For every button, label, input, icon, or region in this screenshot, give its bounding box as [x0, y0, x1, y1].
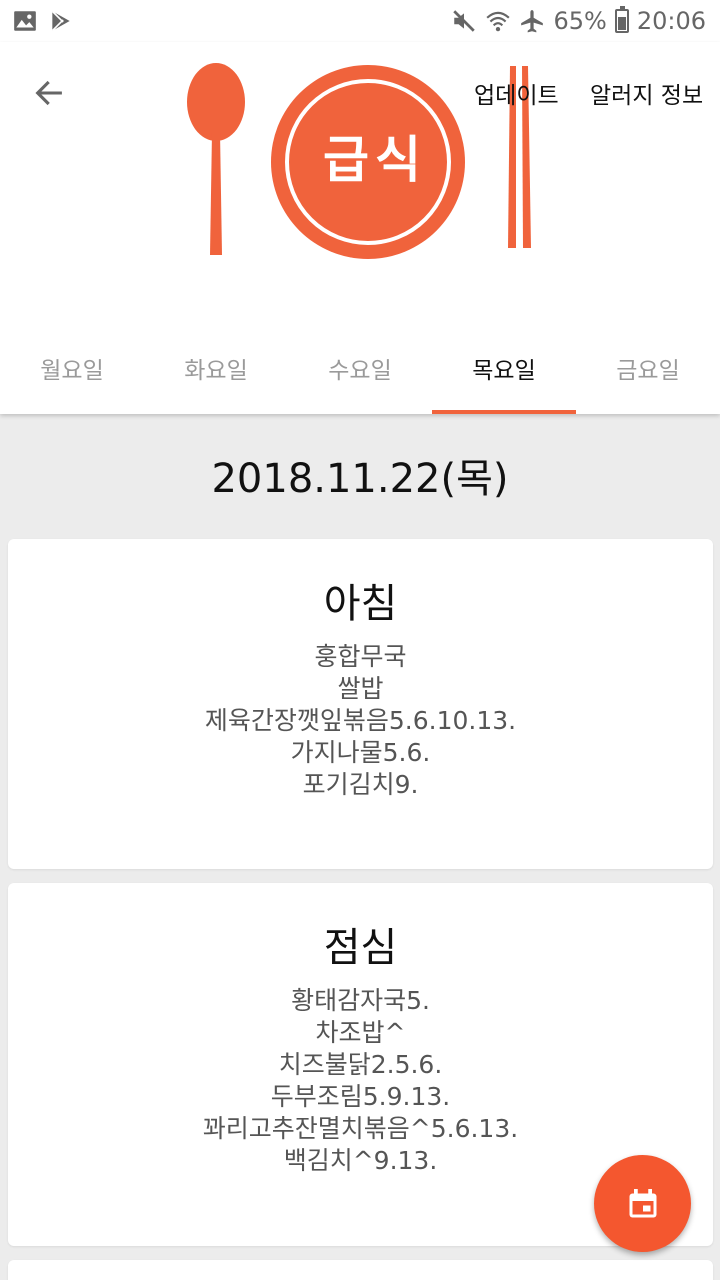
menu-item: 꽈리고추잔멸치볶음^5.6.13.: [202, 1114, 519, 1143]
menu-item: 포기김치9.: [302, 770, 419, 799]
meal-card-breakfast: 아침 훙합무국 쌀밥 제육간장깻잎볶음5.6.10.13. 가지나물5.6. 포…: [8, 539, 713, 869]
tab-friday[interactable]: 금요일: [576, 322, 720, 414]
calendar-button[interactable]: [594, 1155, 691, 1252]
status-time: 20:06: [636, 7, 706, 35]
spoon-icon: [187, 63, 245, 141]
status-bar: 65% 20:06: [0, 0, 720, 42]
tab-wednesday[interactable]: 수요일: [288, 322, 432, 414]
meal-title: 점심: [323, 925, 398, 971]
menu-item: 훙합무국: [314, 642, 407, 671]
mute-icon: [451, 8, 477, 34]
menu-item: 가지나물5.6.: [290, 738, 431, 767]
back-button[interactable]: [28, 72, 70, 114]
meal-card-dinner: [8, 1260, 713, 1280]
update-button[interactable]: 업데이트: [474, 76, 559, 110]
tab-monday[interactable]: 월요일: [0, 322, 144, 414]
allergy-info-button[interactable]: 알러지 정보: [590, 76, 703, 110]
tab-tuesday[interactable]: 화요일: [144, 322, 288, 414]
meal-title: 아침: [323, 581, 398, 627]
battery-icon: [614, 6, 629, 33]
selected-date: 2018.11.22(목): [211, 456, 509, 502]
airplane-icon: [519, 8, 545, 34]
wifi-icon: [485, 8, 511, 34]
gallery-icon: [12, 8, 38, 34]
battery-percent: 65%: [553, 7, 607, 35]
menu-list: 훙합무국 쌀밥 제육간장깻잎볶음5.6.10.13. 가지나물5.6. 포기김치…: [8, 641, 713, 801]
logo-text: 급식: [323, 131, 427, 189]
app-header: 급식 업데이트 알러지 정보 월요일 화요일 수요일 목요일 금요일: [0, 42, 720, 414]
calendar-icon: [629, 1188, 656, 1217]
menu-item: 두부조림5.9.13.: [270, 1082, 451, 1111]
menu-item: 제육간장깻잎볶음5.6.10.13.: [204, 706, 517, 735]
menu-item: 차조밥^: [315, 1018, 406, 1047]
weekday-tabs: 월요일 화요일 수요일 목요일 금요일: [0, 322, 720, 414]
menu-list: 황태감자국5. 차조밥^ 치즈불닭2.5.6. 두부조림5.9.13. 꽈리고추…: [8, 985, 713, 1177]
menu-item: 쌀밥: [337, 674, 384, 703]
menu-item: 치즈불닭2.5.6.: [278, 1050, 443, 1079]
battery-level: [617, 17, 626, 30]
play-store-icon: [48, 8, 74, 34]
tab-thursday[interactable]: 목요일: [432, 322, 576, 414]
menu-item: 황태감자국5.: [291, 986, 430, 1015]
arrow-back-icon: [35, 80, 62, 106]
